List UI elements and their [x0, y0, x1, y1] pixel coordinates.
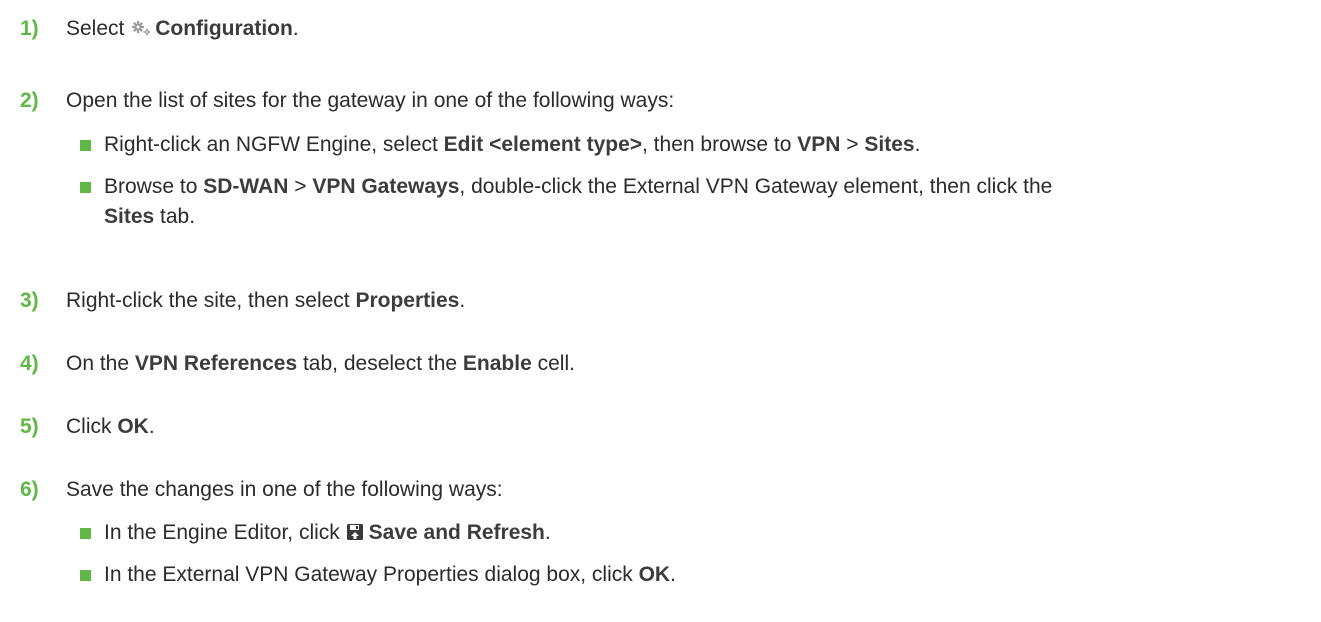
bullet-marker [80, 182, 91, 193]
bullet-text: In the External VPN Gateway Properties d… [104, 563, 676, 586]
step-4: 4) On the VPN References tab, deselect t… [0, 349, 1321, 379]
bullet-text: Right-click an NGFW Engine, select Edit … [104, 133, 921, 156]
bullet-text: In the Engine Editor, click Save and Ref… [104, 520, 551, 544]
step-number: 5) [20, 415, 39, 438]
step-number: 3) [20, 289, 39, 312]
step-6: 6) Save the changes in one of the follow… [0, 475, 1321, 505]
bullet-text: Browse to SD-WAN > VPN Gateways, double-… [104, 175, 1053, 198]
configuration-label: Configuration [155, 17, 293, 40]
step-3: 3) Right-click the site, then select Pro… [0, 286, 1321, 316]
step-text: Click OK. [66, 415, 155, 438]
list-item: Browse to SD-WAN > VPN Gateways, double-… [0, 172, 1321, 232]
step-number: 2) [20, 89, 39, 112]
gear-icon [130, 16, 152, 36]
list-item: Right-click an NGFW Engine, select Edit … [0, 130, 1321, 160]
save-and-refresh-icon [346, 520, 364, 540]
step-text: On the VPN References tab, deselect the … [66, 352, 575, 375]
bullet-text-continued: Sites tab. [104, 205, 196, 228]
step-text: Select Configuration. [66, 16, 299, 40]
list-item: In the Engine Editor, click Save and Ref… [0, 518, 1321, 548]
bullet-marker [80, 140, 91, 151]
step-5: 5) Click OK. [0, 412, 1321, 442]
step-2: 2) Open the list of sites for the gatewa… [0, 86, 1321, 116]
step-number: 6) [20, 478, 39, 501]
bullet-marker [80, 570, 91, 581]
bullet-marker [80, 528, 91, 539]
step-text: Save the changes in one of the following… [66, 478, 503, 501]
step-1: 1) Select Configuration. [0, 14, 1321, 44]
step-text: Right-click the site, then select Proper… [66, 289, 466, 312]
step-number: 1) [20, 17, 39, 40]
step-number: 4) [20, 352, 39, 375]
list-item: In the External VPN Gateway Properties d… [0, 560, 1321, 590]
step-text: Open the list of sites for the gateway i… [66, 89, 675, 112]
